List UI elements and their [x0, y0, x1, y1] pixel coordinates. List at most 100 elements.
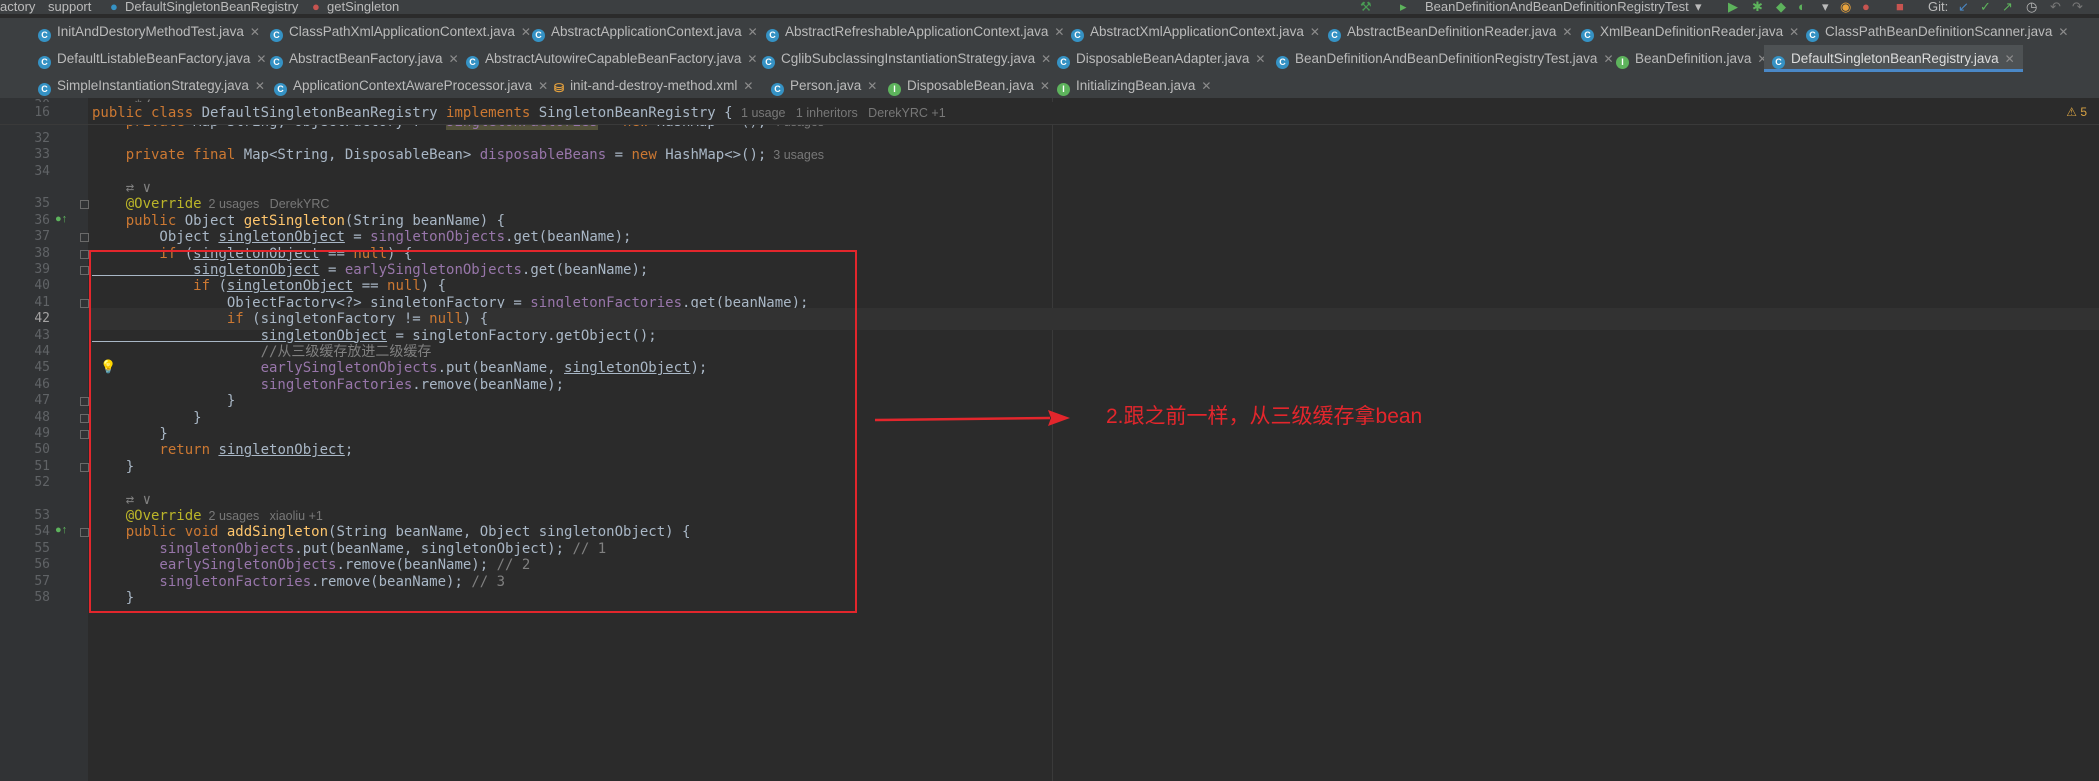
- vcs-commit-icon[interactable]: ✓: [1980, 0, 1991, 14]
- tab-abstractautowirecapablebeanfactory[interactable]: C AbstractAutowireCapableBeanFactory.java…: [458, 45, 765, 72]
- interface-icon: I: [1616, 56, 1629, 69]
- tab-label: ClassPathBeanDefinitionScanner.java: [1825, 24, 2053, 39]
- tab-label: DisposableBeanAdapter.java: [1076, 51, 1250, 66]
- code-token: =: [606, 147, 632, 164]
- tab-label: BeanDefinition.java: [1635, 51, 1752, 66]
- close-icon[interactable]: ✕: [250, 25, 260, 39]
- tab-classpathbeandefinitionscanner[interactable]: C ClassPathBeanDefinitionScanner.java ✕: [1798, 18, 2076, 45]
- tab-applicationcontextawareprocessor[interactable]: C ApplicationContextAwareProcessor.java ✕: [266, 72, 556, 99]
- close-icon[interactable]: ✕: [1310, 25, 1320, 39]
- tab-xmlbeandefinitionreader[interactable]: C XmlBeanDefinitionReader.java ✕: [1573, 18, 1807, 45]
- tab-abstractrefreshableapplicationcontext[interactable]: C AbstractRefreshableApplicationContext.j…: [758, 18, 1072, 45]
- tab-beandefinitionandbeandefinitionregistrytest[interactable]: C BeanDefinitionAndBeanDefinitionRegistry…: [1268, 45, 1622, 72]
- fold-marker-icon[interactable]: [80, 266, 89, 275]
- code-token: public class: [92, 105, 202, 121]
- debug-icon[interactable]: ✱: [1752, 0, 1763, 14]
- tab-person[interactable]: C Person.java ✕: [763, 72, 885, 99]
- close-icon[interactable]: ✕: [748, 25, 758, 39]
- profile-icon[interactable]: ◐: [1798, 0, 1806, 14]
- tab-init-and-destroy-method[interactable]: ⛁ init-and-destroy-method.xml ✕: [546, 72, 761, 99]
- tab-abstractbeandefinitionreader[interactable]: C AbstractBeanDefinitionReader.java ✕: [1320, 18, 1580, 45]
- class-icon: C: [532, 29, 545, 42]
- usage-hint[interactable]: 1 usage 1 inheritors DerekYRC +1: [741, 106, 946, 120]
- fold-marker-icon[interactable]: [80, 233, 89, 243]
- close-icon[interactable]: ✕: [1255, 52, 1265, 66]
- tab-abstractxmlapplicationcontext[interactable]: C AbstractXmlApplicationContext.java ✕: [1063, 18, 1328, 45]
- class-icon: C: [270, 29, 283, 42]
- tab-disposablebean[interactable]: I DisposableBean.java ✕: [880, 72, 1058, 99]
- tab-label: InitializingBean.java: [1076, 78, 1196, 93]
- implements-method-icon[interactable]: ●↑: [55, 213, 67, 225]
- line-number[interactable]: 58: [0, 587, 50, 609]
- fold-marker-icon[interactable]: [80, 200, 89, 210]
- code-line[interactable]: private final Map<String, DisposableBean…: [92, 144, 824, 166]
- close-icon[interactable]: ✕: [1562, 25, 1572, 39]
- tab-disposablebeanadapter[interactable]: C DisposableBeanAdapter.java ✕: [1049, 45, 1273, 72]
- breadcrumb-method-icon: ●: [312, 0, 320, 14]
- more-run-icon[interactable]: ▾: [1822, 0, 1829, 14]
- fold-marker-icon[interactable]: [80, 249, 89, 259]
- close-icon[interactable]: ✕: [867, 79, 877, 93]
- tab-initializingbean[interactable]: I InitializingBean.java ✕: [1049, 72, 1219, 99]
- close-icon[interactable]: ✕: [2058, 25, 2068, 39]
- tab-abstractbeanfactory[interactable]: C AbstractBeanFactory.java ✕: [262, 45, 467, 72]
- fold-marker-icon[interactable]: [80, 430, 89, 439]
- run-icon[interactable]: ▶: [1728, 0, 1738, 14]
- fold-marker-icon[interactable]: [80, 528, 89, 538]
- tab-label: CglibSubclassingInstantiationStrategy.ja…: [781, 51, 1036, 66]
- code-editor[interactable]: 30 */31 private Map<String, ObjectFactor…: [0, 98, 2099, 781]
- code-token: DefaultSingletonBeanRegistry: [201, 105, 447, 121]
- class-icon: C: [1276, 56, 1289, 69]
- close-icon[interactable]: ✕: [2005, 52, 2015, 66]
- breadcrumb-class[interactable]: DefaultSingletonBeanRegistry: [125, 0, 298, 14]
- tab-label: Person.java: [790, 78, 862, 93]
- attach-icon[interactable]: ◉: [1840, 0, 1851, 14]
- run-config-icon: ▸: [1400, 0, 1407, 14]
- tab-abstractapplicationcontext[interactable]: C AbstractApplicationContext.java ✕: [524, 18, 766, 45]
- fold-marker-icon[interactable]: [80, 462, 89, 472]
- usage-hint[interactable]: 3 usages: [766, 148, 824, 162]
- tab-cglibsubclassinginstantiationstrategy[interactable]: C CglibSubclassingInstantiationStrategy.j…: [754, 45, 1059, 72]
- run-config-dropdown-icon[interactable]: ▾: [1695, 0, 1702, 14]
- breadcrumb-package[interactable]: actory: [0, 0, 35, 14]
- tab-initanddestorymethodtest[interactable]: C InitAndDestoryMethodTest.java ✕: [30, 18, 268, 45]
- breadcrumb-method[interactable]: getSingleton: [327, 0, 399, 14]
- build-hammer-icon[interactable]: ⚒: [1360, 0, 1372, 14]
- tab-defaultlistablebeanfactory[interactable]: C DefaultListableBeanFactory.java ✕: [30, 45, 274, 72]
- highlight-box: [89, 250, 857, 613]
- vcs-label: Git:: [1928, 0, 1949, 14]
- code-token: Map<String, DisposableBean>: [243, 147, 480, 164]
- undo-icon[interactable]: ↶: [2050, 0, 2061, 14]
- inspection-warnings[interactable]: ⚠ 5: [2066, 105, 2087, 119]
- tab-label: AbstractAutowireCapableBeanFactory.java: [485, 51, 742, 66]
- vcs-update-icon[interactable]: ↙: [1958, 0, 1969, 14]
- fold-marker-icon[interactable]: [80, 413, 89, 423]
- tab-label: AbstractApplicationContext.java: [551, 24, 742, 39]
- run-config-selector[interactable]: BeanDefinitionAndBeanDefinitionRegistryT…: [1425, 0, 1689, 14]
- class-icon: C: [1328, 29, 1341, 42]
- breadcrumb-support[interactable]: support: [48, 0, 91, 14]
- tab-classpathxmlapplicationcontext[interactable]: C ClassPathXmlApplicationContext.java ✕: [262, 18, 539, 45]
- redo-icon[interactable]: ↷: [2072, 0, 2083, 14]
- class-icon: C: [1071, 29, 1084, 42]
- tab-label: ApplicationContextAwareProcessor.java: [293, 78, 533, 93]
- coverage-icon[interactable]: ◆: [1776, 0, 1786, 14]
- close-icon[interactable]: ✕: [743, 79, 753, 93]
- stop-icon[interactable]: ■: [1896, 0, 1904, 14]
- tab-beandefinition[interactable]: I BeanDefinition.java ✕: [1608, 45, 1775, 72]
- sticky-class-header[interactable]: 16 public class DefaultSingletonBeanRegi…: [0, 102, 2099, 125]
- fold-marker-icon[interactable]: [80, 397, 89, 407]
- close-icon[interactable]: ✕: [255, 79, 265, 93]
- line-number: 16: [34, 105, 50, 120]
- tab-simpleinstantiationstrategy[interactable]: C SimpleInstantiationStrategy.java ✕: [30, 72, 273, 99]
- fold-marker-icon[interactable]: [80, 298, 89, 308]
- right-margin-guide: [1052, 98, 1053, 781]
- history-icon[interactable]: ◷: [2026, 0, 2037, 14]
- update-running-icon[interactable]: ●: [1862, 0, 1870, 14]
- tab-label: AbstractXmlApplicationContext.java: [1090, 24, 1304, 39]
- code-token: HashMap<>();: [665, 147, 767, 164]
- tab-defaultsingletonbeanregistry[interactable]: C DefaultSingletonBeanRegistry.java ✕: [1764, 45, 2023, 72]
- close-icon[interactable]: ✕: [1201, 79, 1211, 93]
- implements-method-icon[interactable]: ●↑: [55, 524, 67, 536]
- vcs-push-icon[interactable]: ↗: [2002, 0, 2013, 14]
